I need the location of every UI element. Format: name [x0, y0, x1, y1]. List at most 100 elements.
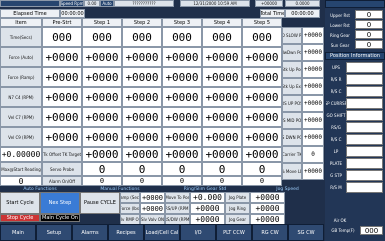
position-label: SlwDwn Pos: [282, 44, 302, 61]
recipe-cell[interactable]: +0000: [202, 127, 242, 147]
recipe-cell[interactable]: +0000: [162, 127, 202, 147]
side-pos-value[interactable]: [346, 146, 383, 157]
recipe-cell[interactable]: +0000: [242, 47, 282, 67]
recipe-cell[interactable]: +0000: [202, 47, 242, 67]
row7-cell[interactable]: +0000: [162, 147, 202, 162]
manual-value[interactable]: +0000: [140, 192, 165, 203]
position-value[interactable]: +0000: [302, 78, 324, 95]
recipe-cell[interactable]: 000: [242, 27, 282, 47]
recipe-cell[interactable]: +0000: [82, 107, 122, 127]
row8-cell[interactable]: 0: [162, 162, 202, 176]
recipe-cell[interactable]: +0000: [122, 107, 162, 127]
side-pos-value[interactable]: [346, 170, 383, 181]
recipe-cell[interactable]: +0000: [242, 67, 282, 87]
side-pos-value[interactable]: [346, 110, 383, 121]
recipe-cell[interactable]: 000: [122, 27, 162, 47]
row9-cell[interactable]: 0: [242, 176, 282, 186]
row8-cell[interactable]: 0: [242, 162, 282, 176]
jog-value[interactable]: +0000: [250, 192, 285, 203]
side-pos-value[interactable]: [346, 86, 383, 97]
row8-cell[interactable]: 0: [82, 162, 122, 176]
recipe-cell[interactable]: 000: [42, 27, 82, 47]
recipe-cell[interactable]: +0000: [42, 127, 82, 147]
nav-button[interactable]: SG CW: [288, 224, 324, 241]
side-value[interactable]: 0: [355, 30, 383, 39]
position-value[interactable]: +0000: [302, 44, 324, 61]
recipe-cell[interactable]: +0000: [122, 127, 162, 147]
nav-button[interactable]: Setup: [36, 224, 72, 241]
recipe-cell[interactable]: +0000: [202, 67, 242, 87]
side-pos-value[interactable]: [346, 74, 383, 85]
position-value[interactable]: +0000: [302, 112, 324, 129]
nav-button[interactable]: Recipes: [108, 224, 144, 241]
recipe-cell[interactable]: 000: [202, 27, 242, 47]
side-pos-value[interactable]: [346, 62, 383, 73]
stop-cycle-button[interactable]: Stop Cycle: [0, 214, 40, 222]
recipe-cell[interactable]: +0000: [42, 47, 82, 67]
position-value[interactable]: 0: [302, 146, 324, 163]
recipe-cell[interactable]: +0000: [82, 67, 122, 87]
row9-cell[interactable]: 0: [82, 176, 122, 186]
nav-button[interactable]: Main: [0, 224, 36, 241]
recipe-cell[interactable]: +0000: [202, 107, 242, 127]
nav-button[interactable]: Load/Cell Cal: [144, 224, 180, 241]
recipe-cell[interactable]: +0000: [82, 47, 122, 67]
recipe-cell[interactable]: +0000: [122, 87, 162, 107]
main-cycle-button[interactable]: Main Cycle On: [40, 214, 80, 222]
nav-button[interactable]: RG CW: [252, 224, 288, 241]
recipe-cell[interactable]: +0000: [242, 87, 282, 107]
row9-value[interactable]: 0: [0, 176, 42, 186]
side-value[interactable]: 0: [355, 10, 383, 19]
side-value[interactable]: 0: [355, 40, 383, 49]
position-value[interactable]: +0000: [302, 27, 324, 44]
recipe-cell[interactable]: 000: [82, 27, 122, 47]
row8-cell[interactable]: 0: [122, 162, 162, 176]
position-value[interactable]: +0000: [302, 163, 324, 180]
rs-value[interactable]: +0000: [190, 203, 225, 214]
row7-cell[interactable]: +0000: [202, 147, 242, 162]
row9-cell[interactable]: 0: [162, 176, 202, 186]
position-value[interactable]: +0000: [302, 129, 324, 146]
side-pos-value[interactable]: [346, 98, 383, 109]
recipe-cell[interactable]: +0000: [82, 127, 122, 147]
recipe-cell[interactable]: +0000: [162, 47, 202, 67]
recipe-cell[interactable]: +0000: [42, 87, 82, 107]
start-cycle-button[interactable]: Start Cycle: [0, 192, 40, 214]
side-pos-value[interactable]: [346, 182, 383, 193]
row7-cell[interactable]: +0000: [82, 147, 122, 162]
row7-cell[interactable]: +0000: [242, 147, 282, 162]
recipe-cell[interactable]: +0000: [82, 87, 122, 107]
row8-cell[interactable]: 0: [202, 162, 242, 176]
recipe-cell[interactable]: +0000: [162, 67, 202, 87]
jog-value[interactable]: +0000: [250, 203, 285, 214]
recipe-cell[interactable]: 000: [162, 27, 202, 47]
recipe-cell[interactable]: +0000: [42, 107, 82, 127]
manual-value[interactable]: +0000: [140, 203, 165, 214]
recipe-cell[interactable]: +0000: [162, 87, 202, 107]
row9-cell[interactable]: 0: [202, 176, 242, 186]
recipe-cell[interactable]: +0000: [202, 87, 242, 107]
side-pos-value[interactable]: [346, 134, 383, 145]
row9-cell[interactable]: 0: [122, 176, 162, 186]
next-step-button[interactable]: Nex Step: [40, 192, 80, 214]
recipe-cell[interactable]: +0000: [162, 107, 202, 127]
nav-button[interactable]: PLT CCW: [216, 224, 252, 241]
recipe-cell[interactable]: +0000: [42, 67, 82, 87]
position-value[interactable]: +0000: [302, 95, 324, 112]
recipe-cell[interactable]: +0000: [122, 47, 162, 67]
pause-cycle-button[interactable]: Pause CYCLE: [80, 192, 120, 214]
rs-value[interactable]: +0.000: [190, 192, 225, 203]
recipe-cell[interactable]: +0000: [242, 127, 282, 147]
nav-button[interactable]: I/O: [180, 224, 216, 241]
recipe-cell[interactable]: +0000: [122, 67, 162, 87]
row7-cell[interactable]: +0000: [122, 147, 162, 162]
side-pos-value[interactable]: [346, 122, 383, 133]
side-pos-value[interactable]: [346, 158, 383, 169]
nav-button[interactable]: Alarms: [72, 224, 108, 241]
side-value[interactable]: 0: [355, 20, 383, 29]
recipe-cell[interactable]: +0000: [242, 107, 282, 127]
offset-note: Tk Offset TK Target: [42, 147, 82, 162]
offset-value[interactable]: +0.00000: [0, 147, 42, 162]
side-label: Upper Rst: [326, 10, 354, 20]
position-value[interactable]: +0000: [302, 61, 324, 78]
